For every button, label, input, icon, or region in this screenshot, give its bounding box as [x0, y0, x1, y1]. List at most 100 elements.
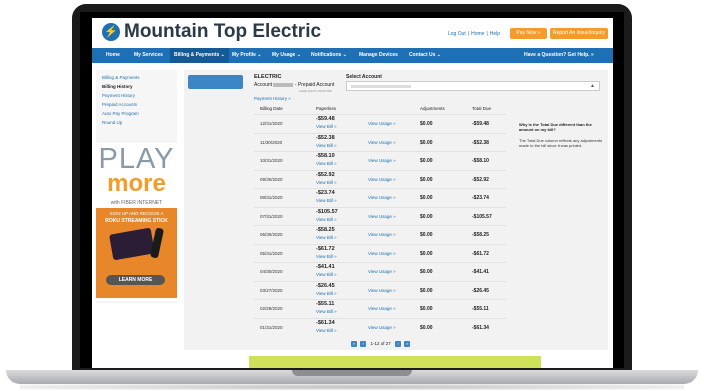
logout-link[interactable]: Log Out [448, 31, 466, 37]
nav-billing-payments[interactable]: Billing & Payments ⌄ [170, 48, 229, 63]
adjustments-value: $0.00 [420, 306, 433, 312]
adjustments-value: $0.00 [420, 287, 433, 294]
view-usage-link[interactable]: View Usage » [368, 306, 396, 311]
learn-more-button[interactable]: LEARN MORE [106, 275, 165, 285]
view-usage-link[interactable]: View Usage » [368, 121, 396, 126]
nav-notifications[interactable]: Notifications ⌄ [311, 48, 347, 63]
sidebar-item-billing-payments[interactable]: Billing & Payments [102, 75, 140, 80]
total-due-value: -$58.10 [472, 158, 489, 164]
nav-get-help[interactable]: Have a Question? Get Help. » [524, 48, 594, 63]
laptop-shadow [20, 384, 684, 390]
total-due-value: -$26.45 [472, 287, 489, 294]
paperless-amount: -$58.25 [316, 227, 335, 233]
view-bill-link[interactable]: View Bill » [316, 198, 337, 203]
adjustments-value: $0.00 [420, 269, 433, 275]
view-bill-link[interactable]: View Bill » [316, 124, 337, 129]
sidebar-item-prepaid-accounts[interactable]: Prepaid Accounts [102, 102, 137, 107]
billing-date: 11/30/2020 [260, 139, 283, 145]
sidebar-item-auto-pay[interactable]: Auto Pay Program [102, 111, 139, 116]
sidebar-item-payment-history[interactable]: Payment History [102, 93, 135, 98]
paperless-amount: -$61.34 [316, 319, 335, 326]
bottom-banner-ad[interactable] [249, 356, 541, 368]
next-page-button[interactable]: › [395, 341, 402, 347]
account-address: LAKE SAINT LOUIS MO [299, 89, 332, 93]
view-bill-link[interactable]: View Bill » [316, 235, 337, 240]
sidebar-item-billing-history[interactable]: Billing History [102, 84, 133, 89]
pagination: « ‹ 1-12 of 27 › » [350, 341, 411, 347]
report-issue-button[interactable]: Report An Issue/Inquiry [550, 28, 608, 39]
pay-now-button[interactable]: Pay Now » [510, 28, 547, 39]
prev-page-button[interactable]: ‹ [360, 341, 367, 347]
table-row: 06/30/2020 -$58.25 View Bill » View Usage »… [254, 225, 506, 243]
billing-date: 10/31/2020 [260, 158, 283, 163]
last-page-button[interactable]: » [404, 341, 411, 347]
view-bill-link[interactable]: View Bill » [316, 254, 337, 259]
nav-my-services[interactable]: My Services [134, 48, 163, 63]
help-link[interactable]: Help [490, 31, 500, 37]
brand-title[interactable]: Mountain Top Electric [124, 21, 321, 43]
view-usage-link[interactable]: View Usage » [368, 269, 396, 274]
fiber-ad[interactable]: PLAY more with FIBER INTERNET SIGN UP AN… [96, 143, 177, 301]
view-bill-link[interactable]: View Bill » [316, 180, 337, 185]
home-link[interactable]: Home [471, 31, 484, 37]
col-billing-date: Billing Date [260, 106, 283, 111]
col-adjustments: Adjustments [420, 106, 445, 111]
view-usage-link[interactable]: View Usage » [368, 195, 396, 200]
table-row: 07/31/2020 -$105.57 View Bill » View Usage … [254, 206, 506, 225]
nav-my-profile[interactable]: My Profile ⌄ [232, 48, 261, 63]
ad-more-text: more [107, 170, 166, 197]
main-content: ELECTRIC Account - Prepaid Account LAKE … [184, 70, 608, 350]
col-total-due: Total Due [472, 106, 492, 111]
view-usage-link[interactable]: View Usage » [368, 177, 396, 182]
billing-date: 04/30/2020 [260, 269, 283, 274]
view-usage-link[interactable]: View Usage » [368, 251, 396, 256]
lightning-icon[interactable]: ⚡ [102, 23, 120, 41]
view-usage-link[interactable]: View Usage » [368, 232, 396, 237]
view-usage-link[interactable]: View Usage » [368, 140, 396, 145]
main-nav: Home My Services Billing & Payments ⌄ My… [92, 48, 613, 63]
paperless-amount: -$41.41 [316, 264, 335, 270]
paperless-amount: -$58.10 [316, 153, 335, 159]
first-page-button[interactable]: « [351, 341, 357, 347]
view-usage-link[interactable]: View Usage » [368, 214, 396, 219]
billing-date: 02/29/2020 [260, 306, 283, 311]
adjustments-value: $0.00 [420, 195, 433, 201]
nav-my-usage[interactable]: My Usage ⌄ [272, 48, 301, 63]
paperless-amount: -$52.92 [316, 171, 335, 178]
view-bill-link[interactable]: View Bill » [316, 143, 337, 148]
billing-date: 09/30/2020 [260, 176, 283, 182]
nav-manage-devices[interactable]: Manage Devices [359, 48, 398, 63]
select-account-dropdown[interactable]: ▲ [346, 81, 600, 91]
account-line: Account - Prepaid Account [254, 82, 334, 88]
view-usage-link[interactable]: View Usage » [368, 288, 396, 293]
view-usage-link[interactable]: View Usage » [368, 325, 396, 330]
billing-date: 07/31/2020 [260, 213, 283, 219]
col-paperless: Paperless [316, 106, 337, 111]
sidebar-item-round-up[interactable]: Round Up [102, 120, 122, 125]
account-number-redacted [273, 82, 294, 87]
billing-date: 05/31/2020 [260, 250, 283, 256]
nav-home[interactable]: Home [106, 48, 120, 63]
adjustments-value: $0.00 [420, 158, 433, 164]
select-account-label: Select Account [346, 74, 382, 80]
adjustments-value: $0.00 [420, 213, 433, 220]
billing-date: 03/27/2020 [260, 287, 283, 293]
total-due-value: -$23.74 [472, 195, 489, 201]
view-bill-link[interactable]: View Bill » [316, 328, 337, 333]
view-bill-link[interactable]: View Bill » [316, 161, 337, 166]
payment-history-link[interactable]: Payment History » [254, 96, 291, 101]
view-bill-link[interactable]: View Bill » [316, 309, 337, 314]
account-suffix: - Prepaid Account [294, 82, 335, 88]
account-tab[interactable] [188, 75, 243, 89]
view-bill-link[interactable]: View Bill » [316, 272, 337, 277]
nav-contact-us[interactable]: Contact Us ⌄ [409, 48, 441, 63]
billing-date: 12/31/2020 [260, 121, 283, 126]
table-row: 10/31/2020 -$58.10 View Bill » View Usage »… [254, 151, 506, 169]
roku-device-image [109, 227, 155, 261]
note-answer: The Total Due column reflects any adjust… [519, 138, 603, 148]
view-bill-link[interactable]: View Bill » [316, 217, 337, 222]
view-usage-link[interactable]: View Usage » [368, 158, 396, 163]
adjustments-value: $0.00 [420, 121, 433, 127]
paperless-amount: -$105.57 [316, 208, 338, 215]
view-bill-link[interactable]: View Bill » [316, 291, 337, 296]
